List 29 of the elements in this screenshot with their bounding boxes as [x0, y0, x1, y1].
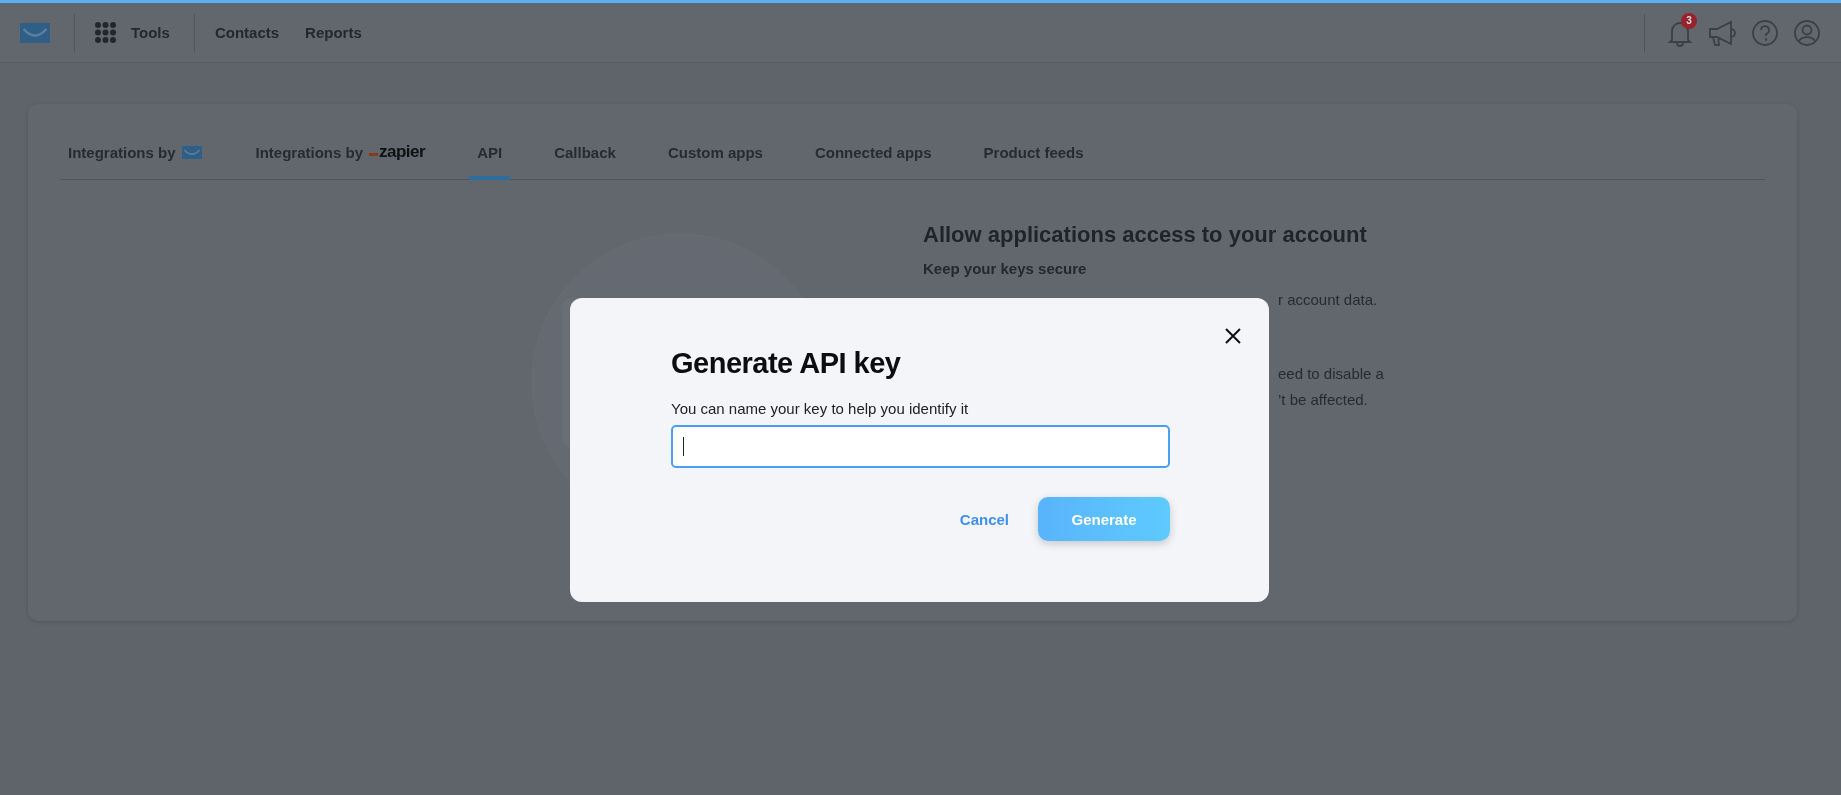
tab[interactable]: Callback	[546, 132, 624, 180]
tools-menu[interactable]: Tools	[95, 21, 170, 44]
logo-icon[interactable]	[20, 22, 50, 43]
mail-logo-icon	[181, 145, 202, 159]
megaphone-icon[interactable]	[1707, 18, 1737, 47]
tab[interactable]: API	[469, 132, 511, 180]
input-field[interactable]	[671, 425, 1170, 468]
dialog-title: Generate API key	[671, 347, 902, 380]
paragraph-text: ’t be affected.	[1278, 391, 1369, 408]
tab[interactable]: Integrations by	[60, 132, 210, 180]
paragraph-text: r account data.	[1278, 291, 1379, 308]
paragraph-text: eed to disable a	[1278, 365, 1384, 382]
notification-badge: 3	[1681, 12, 1697, 29]
generate-button[interactable]: Generate	[1038, 497, 1170, 541]
help-icon[interactable]	[1751, 18, 1779, 47]
section-subheading: Keep your keys secure	[923, 260, 1088, 277]
field-label: You can name your key to help you identify it	[671, 400, 970, 417]
apps-grid-icon	[95, 21, 117, 44]
zapier-logo: zapier	[369, 142, 426, 162]
section-heading: Allow applications access to your account	[923, 222, 1368, 248]
text-cursor	[683, 437, 684, 456]
nav-link[interactable]: Contacts	[214, 24, 280, 41]
tab[interactable]: Integrations by zapier	[247, 132, 434, 180]
nav-link[interactable]: Reports	[305, 24, 362, 41]
user-icon[interactable]	[1793, 18, 1821, 47]
tab[interactable]: Custom apps	[659, 132, 771, 180]
cancel-button[interactable]: Cancel	[955, 506, 1013, 532]
tab[interactable]: Connected apps	[806, 132, 940, 180]
tab[interactable]: Product feeds	[975, 132, 1092, 180]
